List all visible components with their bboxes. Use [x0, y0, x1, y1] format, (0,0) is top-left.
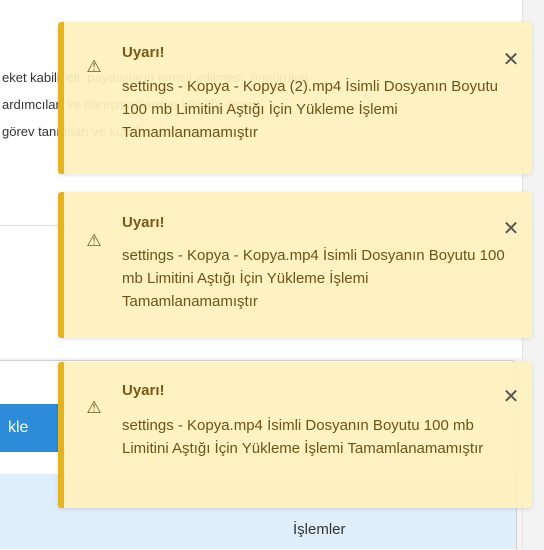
toast-title: Uyarı! [122, 382, 165, 399]
toast-message: settings - Kopya.mp4 İsimli Dosyanın Boy… [122, 417, 484, 457]
table-column-actions: İşlemler [293, 521, 346, 538]
upload-button[interactable]: kle [0, 404, 64, 452]
warning-icon: ⚠ [86, 231, 102, 250]
toast-title: Uyarı! [122, 44, 165, 61]
warning-icon: ⚠ [86, 57, 102, 76]
warning-toast: ⚠ Uyarı! settings - Kopya - Kopya.mp4 İs… [58, 192, 532, 338]
close-icon[interactable]: ✕ [500, 386, 522, 408]
toast-title: Uyarı! [122, 214, 165, 231]
warning-toast: ⚠ Uyarı! settings - Kopya - Kopya (2).mp… [58, 22, 532, 174]
warning-toast: ⚠ Uyarı! settings - Kopya.mp4 İsimli Dos… [58, 362, 532, 508]
close-icon[interactable]: ✕ [500, 49, 522, 71]
toast-message: settings - Kopya - Kopya (2).mp4 İsimli … [122, 78, 498, 141]
warning-icon: ⚠ [86, 398, 102, 417]
close-icon[interactable]: ✕ [500, 218, 522, 240]
toast-message: settings - Kopya - Kopya.mp4 İsimli Dosy… [122, 247, 505, 310]
